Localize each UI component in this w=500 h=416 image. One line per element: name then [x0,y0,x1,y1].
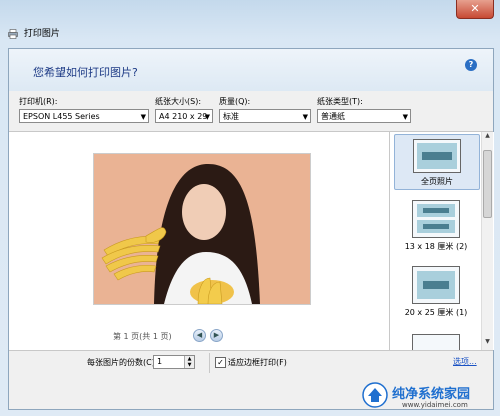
stepper-down-icon[interactable]: ▼ [184,362,194,368]
chevron-down-icon: ▼ [302,113,308,121]
photo-image [94,154,310,304]
chevron-down-icon: ▼ [204,113,210,121]
layout-label: 20 x 25 厘米 (1) [404,308,468,317]
printer-icon [8,29,18,39]
copies-stepper[interactable]: 1 ▲ ▼ [153,355,195,369]
watermark-title: 纯净系统家园 [392,387,471,402]
close-button[interactable]: ✕ [456,0,494,19]
layout-more[interactable] [394,334,478,350]
page-indicator: 第 1 页(共 1 页) [113,332,172,341]
paper-size-select[interactable]: A4 210 x 29 ▼ [155,109,213,123]
scrollbar-thumb[interactable] [483,150,492,218]
printer-label: 打印机(R): [19,97,58,106]
paper-type-select-value: 普通纸 [321,112,345,121]
layout-label: 13 x 18 厘米 (2) [404,242,468,251]
header-question: 您希望如何打印图片? [33,66,138,79]
layout-full-page[interactable]: 全页照片 [394,134,480,190]
paper-size-label: 纸张大小(S): [155,97,202,106]
watermark-url: www.yidaimei.com [402,401,468,409]
watermark: 纯净系统家园 www.yidaimei.com [362,380,498,414]
copies-label: 每张图片的份数(C): [87,358,158,367]
print-preview-area: 第 1 页(共 1 页) ◀ ▶ [9,132,389,350]
layout-preview-icon [417,204,455,233]
layout-label: 全页照片 [421,177,453,186]
paper-type-label: 纸张类型(T): [317,97,363,106]
paper-type-select[interactable]: 普通纸 ▼ [317,109,411,123]
watermark-logo-icon [362,382,388,408]
print-pictures-window: ✕ 打印图片 您希望如何打印图片? 打印机(R): EPSON L455 Ser… [0,0,500,416]
dialog-content: 您希望如何打印图片? 打印机(R): EPSON L455 Series ▼ 纸… [8,48,494,410]
options-link[interactable]: 选项... [453,356,477,367]
layout-thumbnail [412,200,460,238]
copies-bar: 每张图片的份数(C): 1 ▲ ▼ ✓ 适应边框打印(F) 选项... [9,350,493,375]
next-page-button[interactable]: ▶ [210,329,223,342]
layout-thumbnail [412,334,460,350]
layout-thumbnail [413,139,461,173]
fit-label: 适应边框打印(F) [228,358,287,367]
printer-select[interactable]: EPSON L455 Series ▼ [19,109,149,123]
paper-size-select-value: A4 210 x 29 [159,112,208,121]
dialog-header: 您希望如何打印图片? [9,49,493,92]
chevron-down-icon: ▼ [402,113,408,121]
scroll-up-icon[interactable]: ▲ [482,132,493,143]
layout-13x18[interactable]: 13 x 18 厘米 (2) [394,200,478,254]
layout-thumbnail [412,266,460,304]
fit-checkbox[interactable]: ✓ [215,357,226,368]
layout-list: 全页照片 13 x 18 厘米 (2) 20 x 25 厘米 (1) [389,132,494,350]
scroll-down-icon[interactable]: ▼ [482,338,493,349]
chevron-down-icon: ▼ [140,113,146,121]
copies-value: 1 [157,357,163,366]
layout-scrollbar[interactable]: ▲ ▼ [481,132,493,350]
printer-select-value: EPSON L455 Series [23,112,100,121]
quality-select-value: 标准 [223,112,239,121]
photo-preview [93,153,311,305]
layout-preview-icon [417,143,457,169]
help-icon[interactable]: ? [465,59,477,71]
previous-page-button[interactable]: ◀ [193,329,206,342]
quality-label: 质量(Q): [219,97,251,106]
title-bar: 打印图片 [8,26,60,42]
print-settings-bar: 打印机(R): EPSON L455 Series ▼ 纸张大小(S): A4 … [9,91,493,132]
layout-20x25[interactable]: 20 x 25 厘米 (1) [394,266,478,320]
window-title: 打印图片 [23,29,60,39]
divider [209,353,210,373]
layout-preview-icon [417,271,455,299]
quality-select[interactable]: 标准 ▼ [219,109,311,123]
